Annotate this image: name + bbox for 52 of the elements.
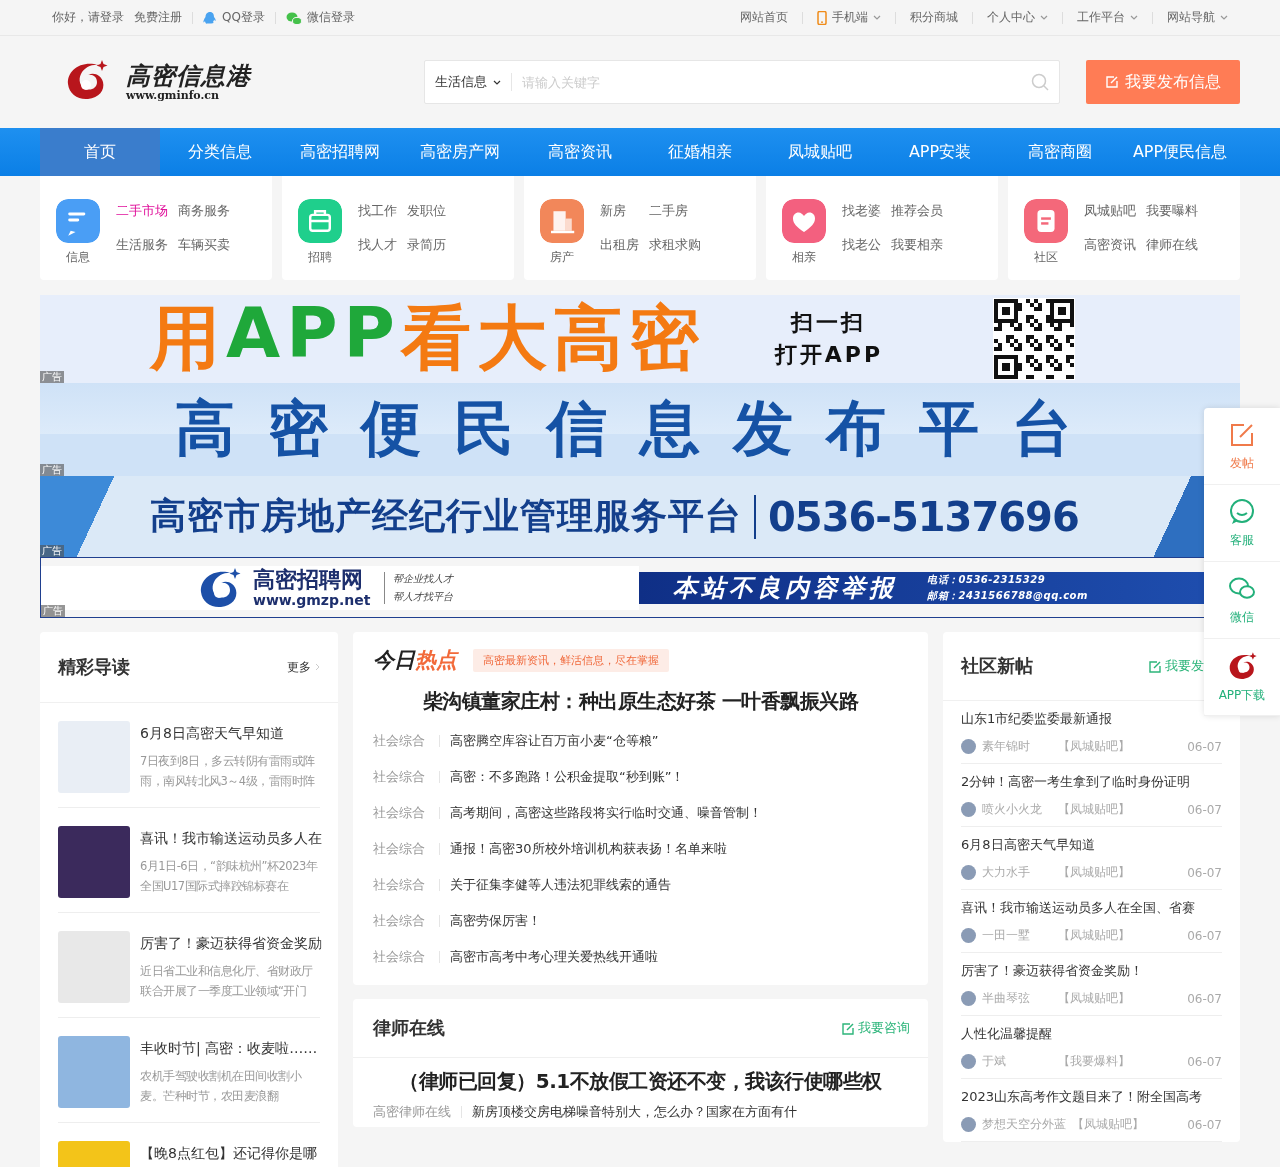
article-summary: 农机手驾驶收割机在田间收割小麦。芒种时节，农田麦浪翻 [140,1068,303,1105]
news-category: 社会综合 [373,732,426,750]
news-category: 社会综合 [373,804,426,822]
ad-tag: 广告 [40,464,64,476]
post-date: 06-07 [1187,991,1222,1006]
scan-text: 扫一扫 [791,309,867,337]
ad-tag: 广告 [41,605,65,617]
logo-name: 高密招聘网 [253,567,364,592]
logo-url: www.gminfo.cn [126,88,221,102]
greeting-text: 你好， [52,9,88,26]
slogan-text: 帮人才找平台 [393,589,454,604]
news-category: 社会综合 [373,840,426,858]
hot-logo-text: 今日 [373,647,415,674]
banner-title: 高密市房地产经纪行业管理服务平台 [150,494,742,538]
post-date: 06-07 [1187,802,1222,817]
category-label: 相亲 [792,248,816,266]
banner-headline: 用 [150,296,226,381]
tagline-badge: 高密最新资讯，鲜活信息，尽在掌握 [473,648,669,672]
contact-text: 电话：0536-2315329 [927,572,1047,587]
article-summary: 近日省工业和信息化厅、省财政厅联合开展了一季度工业领域“开门 [140,963,314,1000]
news-category: 社会综合 [373,912,426,930]
ad-tag: 广告 [40,371,64,383]
hot-logo-text: 热点 [415,647,457,674]
panel-title: 律师在线 [373,1016,445,1040]
category-label: 招聘 [308,248,332,266]
news-category: 高密律师在线 [373,1103,451,1121]
post-date: 06-07 [1187,1054,1222,1069]
report-title: 本站不良内容举报 [673,572,897,604]
post-date: 06-07 [1187,865,1222,880]
category-label: 信息 [66,248,90,266]
panel-title: 社区新帖 [961,654,1033,678]
scan-text: 打开APP [774,341,884,369]
logo-url: www.gmzp.net [253,591,371,608]
ad-tag: 广告 [40,545,64,557]
news-category: 社会综合 [373,948,426,966]
banner-title: 高密便民信息发布平台 [175,392,1105,465]
news-category: 社会综合 [373,768,426,786]
category-label: 房产 [550,248,574,266]
news-category: 社会综合 [373,876,426,894]
panel-title: 精彩导读 [58,655,130,679]
logo-name: 高密信息港 [126,62,251,89]
article-summary: 6月1日-6日，“韵味杭州”杯2023年全国U17国际式摔跤锦标赛在 [140,858,319,895]
banner-headline: 看大高密 [400,296,705,381]
post-date: 06-07 [1187,1117,1222,1132]
post-date: 06-07 [1187,928,1222,943]
post-date: 06-07 [1187,739,1222,754]
banner-headline: APP [226,295,401,376]
category-label: 社区 [1034,248,1058,266]
slogan-text: 帮企业找人才 [393,571,454,586]
article-summary: 7日夜到8日，多云转阴有雷雨或阵雨，南风转北风3～4级，雷雨时阵 [140,753,316,790]
contact-text: 邮箱：2431566788@qq.com [927,588,1088,603]
phone-number: 0536-5137696 [768,493,1079,540]
